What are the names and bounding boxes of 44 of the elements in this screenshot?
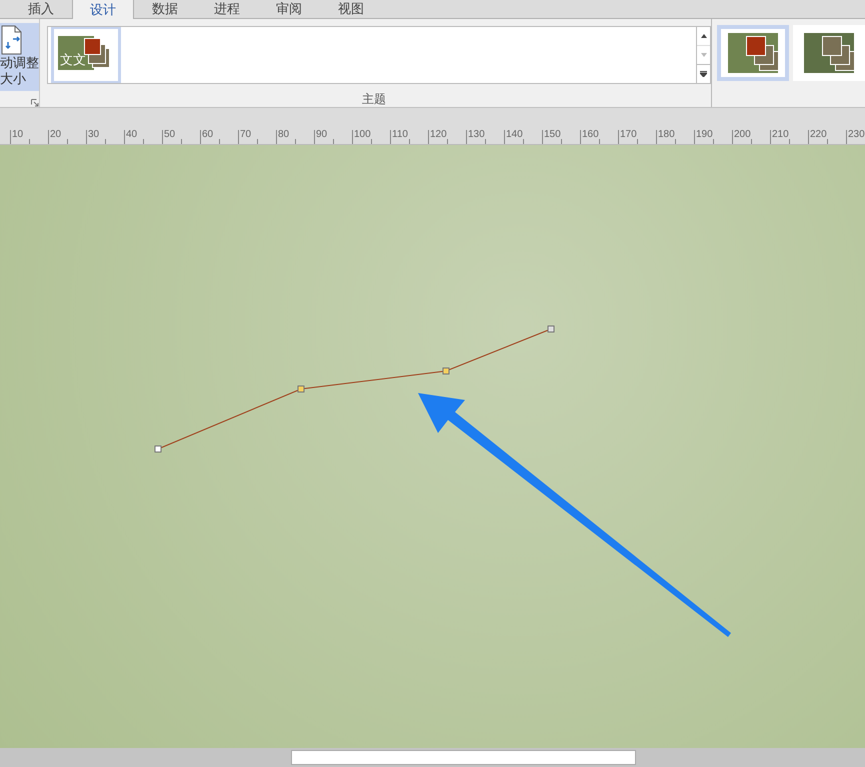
ruler-label: 110 xyxy=(392,130,408,140)
variant-thumbnail[interactable] xyxy=(717,25,789,81)
ribbon-tab[interactable]: 审阅 xyxy=(258,0,320,18)
ruler-label: 50 xyxy=(164,130,176,140)
ruler-label: 200 xyxy=(734,130,751,140)
ruler-label: 210 xyxy=(772,130,789,140)
ribbon-tab[interactable]: 视图 xyxy=(320,0,382,18)
ribbon-tab[interactable]: 进程 xyxy=(196,0,258,18)
ruler-label: 150 xyxy=(544,130,561,140)
up-triangle-icon xyxy=(700,34,706,38)
auto-size-button[interactable]: 动调整大小 xyxy=(0,23,39,91)
ruler-label: 120 xyxy=(430,130,447,140)
page-resize-icon xyxy=(1,25,23,55)
ruler-label: 80 xyxy=(278,130,290,140)
down-triangle-icon xyxy=(700,53,706,57)
ruler-label: 170 xyxy=(620,130,637,140)
ribbon-tab[interactable]: 数据 xyxy=(134,0,196,18)
ruler-label: 230 xyxy=(848,130,865,140)
group-label: 主题 xyxy=(362,91,386,108)
ruler-label: 100 xyxy=(354,130,371,140)
ruler-label: 60 xyxy=(202,130,214,140)
ruler-label: 140 xyxy=(506,130,523,140)
ruler-label: 40 xyxy=(126,130,138,140)
ruler-label: 190 xyxy=(696,130,713,140)
ruler-label: 130 xyxy=(468,130,485,140)
endpoint-handle[interactable] xyxy=(548,326,554,332)
ribbon-tab[interactable]: 设计 xyxy=(72,0,134,19)
ruler-label: 20 xyxy=(50,130,62,140)
ruler-label: 10 xyxy=(12,130,24,140)
ribbon-tab[interactable]: 插入 xyxy=(10,0,72,18)
variant-thumbnail[interactable] xyxy=(793,25,865,81)
vertex-handle[interactable] xyxy=(298,386,304,392)
dialog-launcher-icon xyxy=(31,99,39,107)
ruler-label: 30 xyxy=(88,130,100,140)
scrollbar-thumb[interactable] xyxy=(291,750,636,765)
ruler-label: 180 xyxy=(658,130,675,140)
theme-thumbnail[interactable]: 文文 xyxy=(51,27,121,83)
ruler-label: 160 xyxy=(582,130,599,140)
ruler-label: 90 xyxy=(316,130,328,140)
endpoint-handle[interactable] xyxy=(154,446,162,452)
ruler-label: 220 xyxy=(810,130,827,140)
more-icon xyxy=(700,71,707,77)
vertex-handle[interactable] xyxy=(442,368,450,374)
ruler-label: 70 xyxy=(240,130,252,140)
